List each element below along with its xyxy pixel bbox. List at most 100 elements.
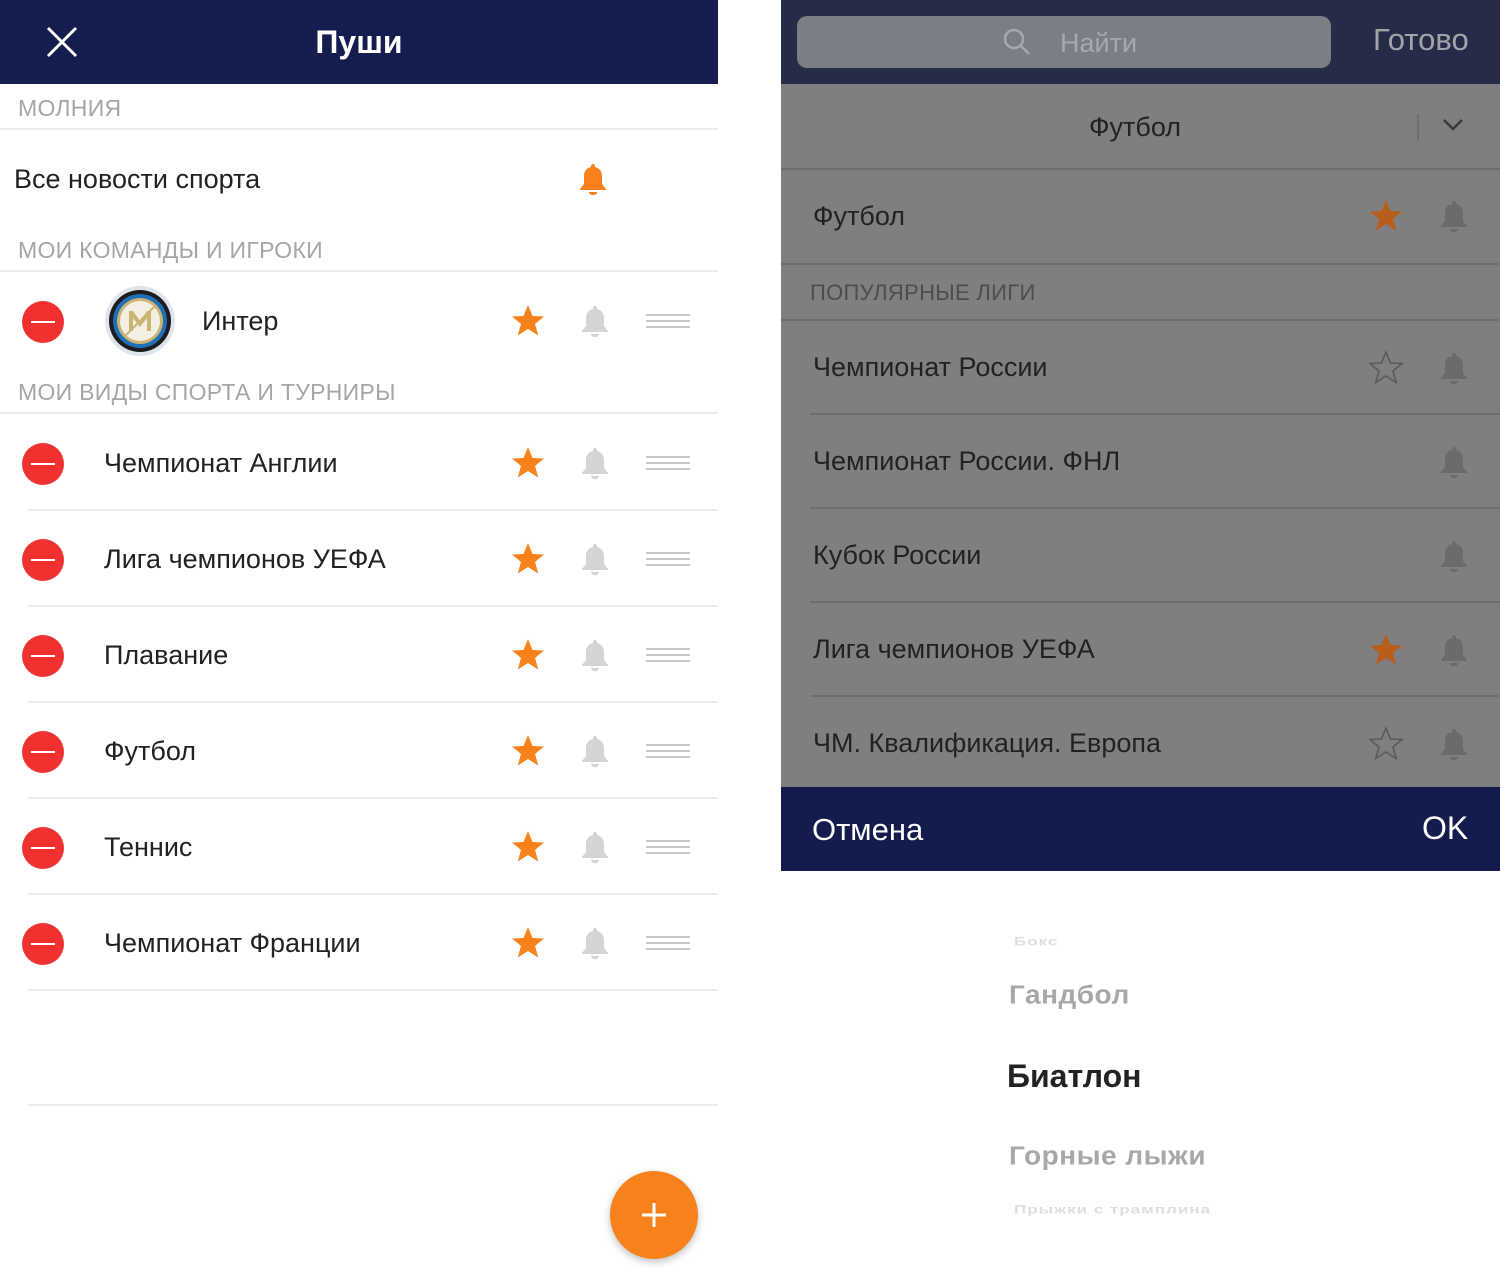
star-icon[interactable] bbox=[510, 733, 546, 769]
drag-handle-icon[interactable] bbox=[646, 744, 690, 758]
picker-item-selected[interactable]: Биатлон bbox=[1007, 1058, 1142, 1095]
divider bbox=[1417, 114, 1419, 140]
divider bbox=[810, 601, 1500, 603]
bell-icon[interactable] bbox=[577, 829, 613, 865]
team-name: Интер bbox=[202, 306, 279, 336]
drag-handle-icon[interactable] bbox=[646, 552, 690, 566]
divider bbox=[810, 695, 1500, 697]
close-icon bbox=[46, 26, 78, 58]
divider bbox=[0, 128, 718, 130]
bell-icon[interactable] bbox=[1436, 350, 1472, 386]
bell-icon[interactable] bbox=[1436, 726, 1472, 762]
chevron-down-icon bbox=[1443, 119, 1463, 131]
bell-icon[interactable] bbox=[577, 303, 613, 339]
divider bbox=[28, 797, 718, 799]
push-settings-panel: Пуши МОЛНИЯ Все новости спорта МОИ КОМАН… bbox=[0, 0, 718, 1280]
divider bbox=[28, 509, 718, 511]
divider bbox=[28, 701, 718, 703]
picker-item[interactable]: Бокс bbox=[1014, 935, 1058, 949]
divider bbox=[810, 413, 1500, 415]
divider bbox=[781, 319, 1500, 321]
remove-button[interactable] bbox=[22, 443, 64, 485]
star-icon[interactable] bbox=[510, 925, 546, 961]
star-icon[interactable] bbox=[510, 637, 546, 673]
ok-button[interactable]: OK bbox=[1422, 810, 1468, 847]
inter-logo bbox=[105, 286, 175, 356]
divider bbox=[781, 263, 1500, 265]
bell-icon[interactable] bbox=[577, 925, 613, 961]
remove-button[interactable] bbox=[22, 827, 64, 869]
cancel-button[interactable]: Отмена bbox=[812, 812, 923, 848]
picker-toolbar: Отмена OK bbox=[781, 787, 1500, 871]
drag-handle-icon[interactable] bbox=[646, 648, 690, 662]
league-name: Кубок России bbox=[813, 540, 982, 570]
section-label-sports: МОИ ВИДЫ СПОРТА И ТУРНИРЫ bbox=[18, 379, 396, 405]
bell-icon[interactable] bbox=[1436, 198, 1472, 234]
search-icon bbox=[1003, 28, 1030, 55]
divider bbox=[0, 412, 718, 414]
top-bar: Пуши bbox=[0, 0, 718, 84]
star-icon[interactable] bbox=[510, 829, 546, 865]
divider bbox=[28, 1104, 718, 1106]
bell-icon[interactable] bbox=[1436, 632, 1472, 668]
sport-name: Лига чемпионов УЕФА bbox=[104, 544, 386, 574]
star-outline-icon[interactable] bbox=[1368, 726, 1404, 762]
dimmed-list: Футбол Футбол ПОПУЛЯРНЫЕ ЛИГИ Чемпионат … bbox=[781, 84, 1500, 787]
bell-icon[interactable] bbox=[1436, 538, 1472, 574]
sport-name: Футбол bbox=[104, 736, 197, 766]
divider bbox=[781, 168, 1500, 170]
bell-icon[interactable] bbox=[1436, 444, 1472, 480]
remove-button[interactable] bbox=[22, 923, 64, 965]
drag-handle-icon[interactable] bbox=[646, 936, 690, 950]
star-icon[interactable] bbox=[1368, 632, 1404, 668]
league-name: Чемпионат России. ФНЛ bbox=[813, 446, 1121, 476]
remove-button[interactable] bbox=[22, 731, 64, 773]
search-placeholder: Найти bbox=[1060, 28, 1138, 58]
remove-button[interactable] bbox=[22, 301, 64, 343]
sport-name: Чемпионат Франции bbox=[104, 928, 361, 958]
remove-button[interactable] bbox=[22, 539, 64, 581]
star-icon[interactable] bbox=[510, 445, 546, 481]
drag-handle-icon[interactable] bbox=[646, 456, 690, 470]
league-name: Лига чемпионов УЕФА bbox=[813, 634, 1095, 664]
drag-handle-icon[interactable] bbox=[646, 314, 690, 328]
star-icon[interactable] bbox=[510, 303, 546, 339]
section-label-teams: МОИ КОМАНДЫ И ИГРОКИ bbox=[18, 237, 323, 263]
add-subscription-panel: Найти Готово Футбол Футбол ПОПУЛЯРНЫЕ ЛИ… bbox=[781, 0, 1500, 1280]
page-title: Пуши bbox=[315, 24, 403, 60]
divider bbox=[28, 989, 718, 991]
all-news-label: Все новости спорта bbox=[14, 164, 261, 194]
close-button[interactable] bbox=[40, 20, 84, 64]
done-button[interactable]: Готово bbox=[1373, 22, 1469, 58]
bell-icon[interactable] bbox=[575, 161, 611, 197]
star-icon[interactable] bbox=[1368, 198, 1404, 234]
divider bbox=[28, 605, 718, 607]
divider bbox=[810, 507, 1500, 509]
sport-selector-label: Футбол bbox=[1089, 112, 1182, 142]
sport-name: Футбол bbox=[813, 201, 906, 231]
sport-name: Чемпионат Англии bbox=[104, 448, 338, 478]
picker-item[interactable]: Горные лыжи bbox=[1009, 1141, 1206, 1170]
section-label-popular: ПОПУЛЯРНЫЕ ЛИГИ bbox=[810, 280, 1036, 305]
picker-item[interactable]: Гандбол bbox=[1009, 980, 1130, 1009]
plus-icon bbox=[642, 1203, 666, 1227]
sport-name: Теннис bbox=[104, 832, 193, 862]
league-name: ЧМ. Квалификация. Европа bbox=[813, 728, 1162, 758]
divider bbox=[0, 270, 718, 272]
league-name: Чемпионат России bbox=[813, 352, 1048, 382]
bell-icon[interactable] bbox=[577, 637, 613, 673]
bell-icon[interactable] bbox=[577, 445, 613, 481]
add-button[interactable] bbox=[610, 1171, 698, 1259]
section-label-lightning: МОЛНИЯ bbox=[18, 95, 122, 121]
search-bar: Найти Готово bbox=[781, 0, 1500, 84]
bell-icon[interactable] bbox=[577, 733, 613, 769]
drag-handle-icon[interactable] bbox=[646, 840, 690, 854]
remove-button[interactable] bbox=[22, 635, 64, 677]
bell-icon[interactable] bbox=[577, 541, 613, 577]
star-outline-icon[interactable] bbox=[1368, 350, 1404, 386]
picker-item[interactable]: Прыжки с трамплина bbox=[1014, 1203, 1211, 1217]
divider bbox=[28, 893, 718, 895]
sport-name: Плавание bbox=[104, 640, 229, 670]
search-input[interactable]: Найти bbox=[797, 16, 1331, 68]
star-icon[interactable] bbox=[510, 541, 546, 577]
